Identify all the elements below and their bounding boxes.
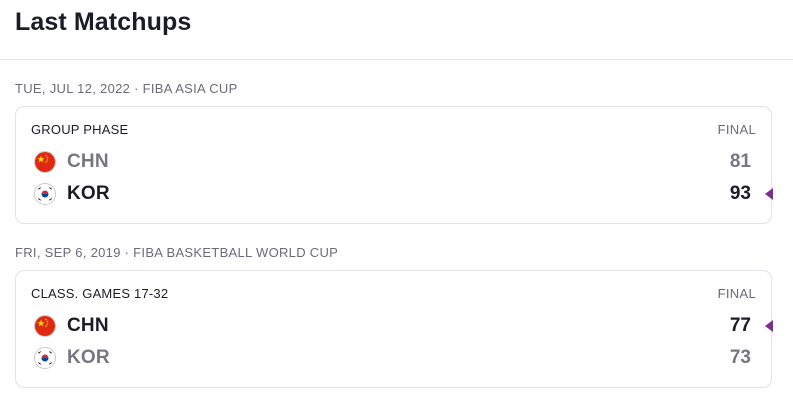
matchup-status: FINAL (717, 122, 756, 137)
team-score: 77 (729, 315, 751, 336)
china-flag-icon (34, 315, 56, 337)
page-title: Last Matchups (15, 8, 192, 36)
matchup-card[interactable]: CLASS. GAMES 17-32 FINAL CHN 77 KOR 73 (15, 270, 772, 388)
china-flag-icon (34, 151, 56, 173)
team-abbr: KOR (67, 347, 110, 368)
team-score: 81 (729, 151, 751, 172)
header: Last Matchups (0, 0, 793, 60)
matchup-phase: GROUP PHASE (31, 122, 129, 137)
matchup-date-label: TUE, JUL 12, 2022 · FIBA ASIA CUP (15, 81, 238, 96)
matchup-status: FINAL (717, 286, 756, 301)
team-row-kor: KOR 73 (34, 345, 753, 371)
team-score: 93 (729, 183, 751, 204)
team-row-kor: KOR 93 (34, 181, 753, 207)
team-abbr: KOR (67, 183, 110, 204)
team-score: 73 (729, 347, 751, 368)
korea-flag-icon (34, 183, 56, 205)
team-row-chn: CHN 77 (34, 313, 753, 339)
team-row-chn: CHN 81 (34, 149, 753, 175)
team-abbr: CHN (67, 151, 109, 172)
korea-flag-icon (34, 347, 56, 369)
winner-indicator-icon (765, 320, 773, 332)
matchup-date-label: FRI, SEP 6, 2019 · FIBA BASKETBALL WORLD… (15, 245, 339, 260)
matchup-phase: CLASS. GAMES 17-32 (31, 286, 169, 301)
winner-indicator-icon (765, 188, 773, 200)
team-abbr: CHN (67, 315, 109, 336)
matchup-card[interactable]: GROUP PHASE FINAL CHN 81 KOR 93 (15, 106, 772, 224)
